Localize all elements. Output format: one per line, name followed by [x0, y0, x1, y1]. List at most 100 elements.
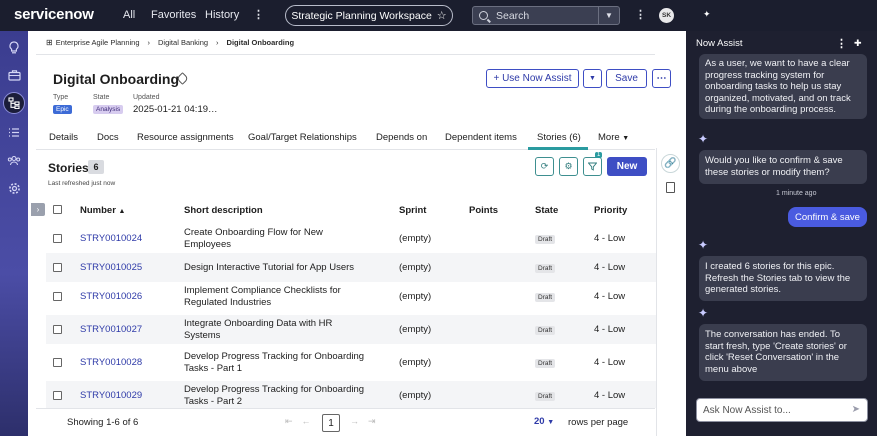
story-description-line: Employees	[184, 238, 231, 250]
settings-gear-icon[interactable]	[7, 181, 21, 195]
now-assist-panel: ✦ Now Assist ⋮ ✚ As a user, we want to h…	[686, 0, 877, 436]
row-checkbox[interactable]	[53, 292, 62, 301]
story-number-link[interactable]: STRY0010027	[80, 324, 142, 335]
state-label: State	[93, 94, 110, 101]
column-state[interactable]: State	[535, 205, 558, 216]
left-rail	[0, 31, 28, 436]
story-state-badge: Draft	[535, 293, 556, 302]
tab-details[interactable]: Details	[49, 132, 78, 143]
story-number-link[interactable]: STRY0010024	[80, 233, 142, 244]
message-timestamp: 1 minute ago	[776, 190, 817, 197]
pagination-next-last-icons[interactable]: →⇥	[350, 416, 385, 427]
refresh-icon[interactable]: ⟳	[535, 157, 554, 176]
story-description: Create Onboarding Flow for New Employees	[184, 227, 323, 250]
column-sprint[interactable]: Sprint	[399, 205, 426, 216]
breadcrumb-separator-icon: ›	[147, 38, 151, 47]
panel-more-icon[interactable]: ⋮	[836, 37, 847, 50]
briefcase-icon[interactable]	[7, 68, 21, 82]
search-scope-dropdown[interactable]: ▼	[598, 7, 619, 24]
now-assist-title: Now Assist	[696, 38, 743, 49]
sort-ascending-icon: ▲	[118, 208, 126, 215]
tab-docs[interactable]: Docs	[97, 132, 119, 143]
now-assist-input[interactable]: Ask Now Assist to... ➤	[696, 398, 868, 422]
chevron-down-icon[interactable]: ▼	[583, 69, 602, 88]
team-icon[interactable]	[7, 153, 21, 167]
search-icon	[479, 11, 488, 20]
row-checkbox[interactable]	[53, 391, 62, 400]
column-number[interactable]: Number ▲	[80, 205, 125, 216]
showing-count: Showing 1-6 of 6	[67, 417, 139, 428]
tab-depends-on[interactable]: Depends on	[376, 132, 427, 143]
save-button[interactable]: Save	[606, 69, 647, 88]
story-description-line: Integrate Onboarding Data with HR	[184, 318, 333, 329]
pin-icon[interactable]: ✚	[854, 38, 862, 49]
story-number-link[interactable]: STRY0010029	[80, 390, 142, 401]
pagination-first-prev-icons[interactable]: ⇤←	[285, 416, 320, 427]
caret-down-icon: ▼	[622, 135, 630, 142]
nav-favorites[interactable]: Favorites	[151, 9, 196, 21]
document-icon[interactable]	[666, 182, 675, 193]
select-all-checkbox[interactable]	[53, 205, 62, 214]
rows-per-page-select[interactable]: 20 ▼	[534, 416, 554, 427]
row-checkbox[interactable]	[53, 325, 62, 334]
topbar-more-icon[interactable]: ⋮	[635, 8, 646, 21]
hierarchy-icon[interactable]	[3, 92, 25, 114]
search-placeholder: Search	[496, 9, 530, 22]
story-priority: 4 - Low	[594, 357, 626, 368]
row-checkbox[interactable]	[53, 263, 62, 272]
active-tab-indicator	[528, 147, 588, 150]
paperclip-icon[interactable]: 🔗	[661, 154, 680, 173]
nav-all[interactable]: All	[123, 9, 135, 21]
column-short-description[interactable]: Short description	[184, 205, 263, 216]
column-number-label: Number	[80, 205, 116, 216]
updated-value: 2025-01-21 04:19…	[133, 104, 218, 115]
last-refreshed-text: Last refreshed just now	[48, 180, 116, 187]
story-number-link[interactable]: STRY0010026	[80, 291, 142, 302]
list-icon[interactable]	[7, 125, 21, 139]
story-number-link[interactable]: STRY0010028	[80, 357, 142, 368]
new-story-button[interactable]: New	[607, 157, 647, 176]
column-points[interactable]: Points	[469, 205, 498, 216]
row-checkbox[interactable]	[53, 358, 62, 367]
story-description-line: Tasks - Part 2	[184, 395, 243, 407]
servicenow-logo[interactable]: servicenow	[14, 6, 94, 23]
story-priority: 4 - Low	[594, 291, 626, 302]
story-description: Design Interactive Tutorial for App User…	[184, 262, 354, 274]
nav-more-icon[interactable]: ⋮	[253, 8, 264, 21]
avatar[interactable]: SK	[659, 8, 674, 23]
global-search[interactable]: Search ▼	[472, 6, 620, 25]
record-side-panel: 🔗	[656, 148, 685, 436]
tab-dependent-items[interactable]: Dependent items	[445, 132, 517, 143]
story-description-line: Implement Compliance Checklists for	[184, 285, 341, 296]
tab-more-label: More	[598, 132, 620, 143]
now-assist-input-placeholder: Ask Now Assist to...	[703, 405, 791, 416]
breadcrumb-current: Digital Onboarding	[226, 38, 295, 47]
filter-icon[interactable]	[583, 157, 602, 176]
rows-per-page-label: rows per page	[568, 417, 629, 428]
breadcrumb-item[interactable]: Digital Banking	[158, 38, 208, 47]
send-icon[interactable]: ➤	[852, 404, 860, 415]
expand-panel-icon[interactable]: ›	[31, 203, 45, 216]
story-sprint: (empty)	[399, 262, 432, 273]
gear-icon[interactable]: ⚙	[559, 157, 578, 176]
breadcrumb-item[interactable]: Enterprise Agile Planning	[56, 38, 140, 47]
rows-per-page-value: 20	[534, 416, 545, 427]
nav-history[interactable]: History	[205, 9, 239, 21]
more-actions-icon[interactable]: ⋯	[652, 69, 671, 88]
workspace-label: Strategic Planning Workspace	[291, 9, 432, 22]
tab-goal-target-relationships[interactable]: Goal/Target Relationships	[248, 132, 357, 143]
tab-resource-assignments[interactable]: Resource assignments	[137, 132, 234, 143]
tab-stories[interactable]: Stories (6)	[537, 132, 581, 143]
tab-more[interactable]: More ▼	[598, 132, 629, 143]
story-priority: 4 - Low	[594, 262, 626, 273]
current-page[interactable]: 1	[322, 414, 340, 432]
lightbulb-icon[interactable]	[7, 40, 21, 54]
star-icon[interactable]: ☆	[437, 9, 447, 22]
workspace-button[interactable]: Strategic Planning Workspace ☆	[285, 5, 453, 26]
use-now-assist-button[interactable]: + Use Now Assist	[486, 69, 579, 88]
updated-label: Updated	[133, 94, 160, 101]
row-checkbox[interactable]	[53, 234, 62, 243]
story-priority: 4 - Low	[594, 390, 626, 401]
column-priority[interactable]: Priority	[594, 205, 627, 216]
story-number-link[interactable]: STRY0010025	[80, 262, 142, 273]
